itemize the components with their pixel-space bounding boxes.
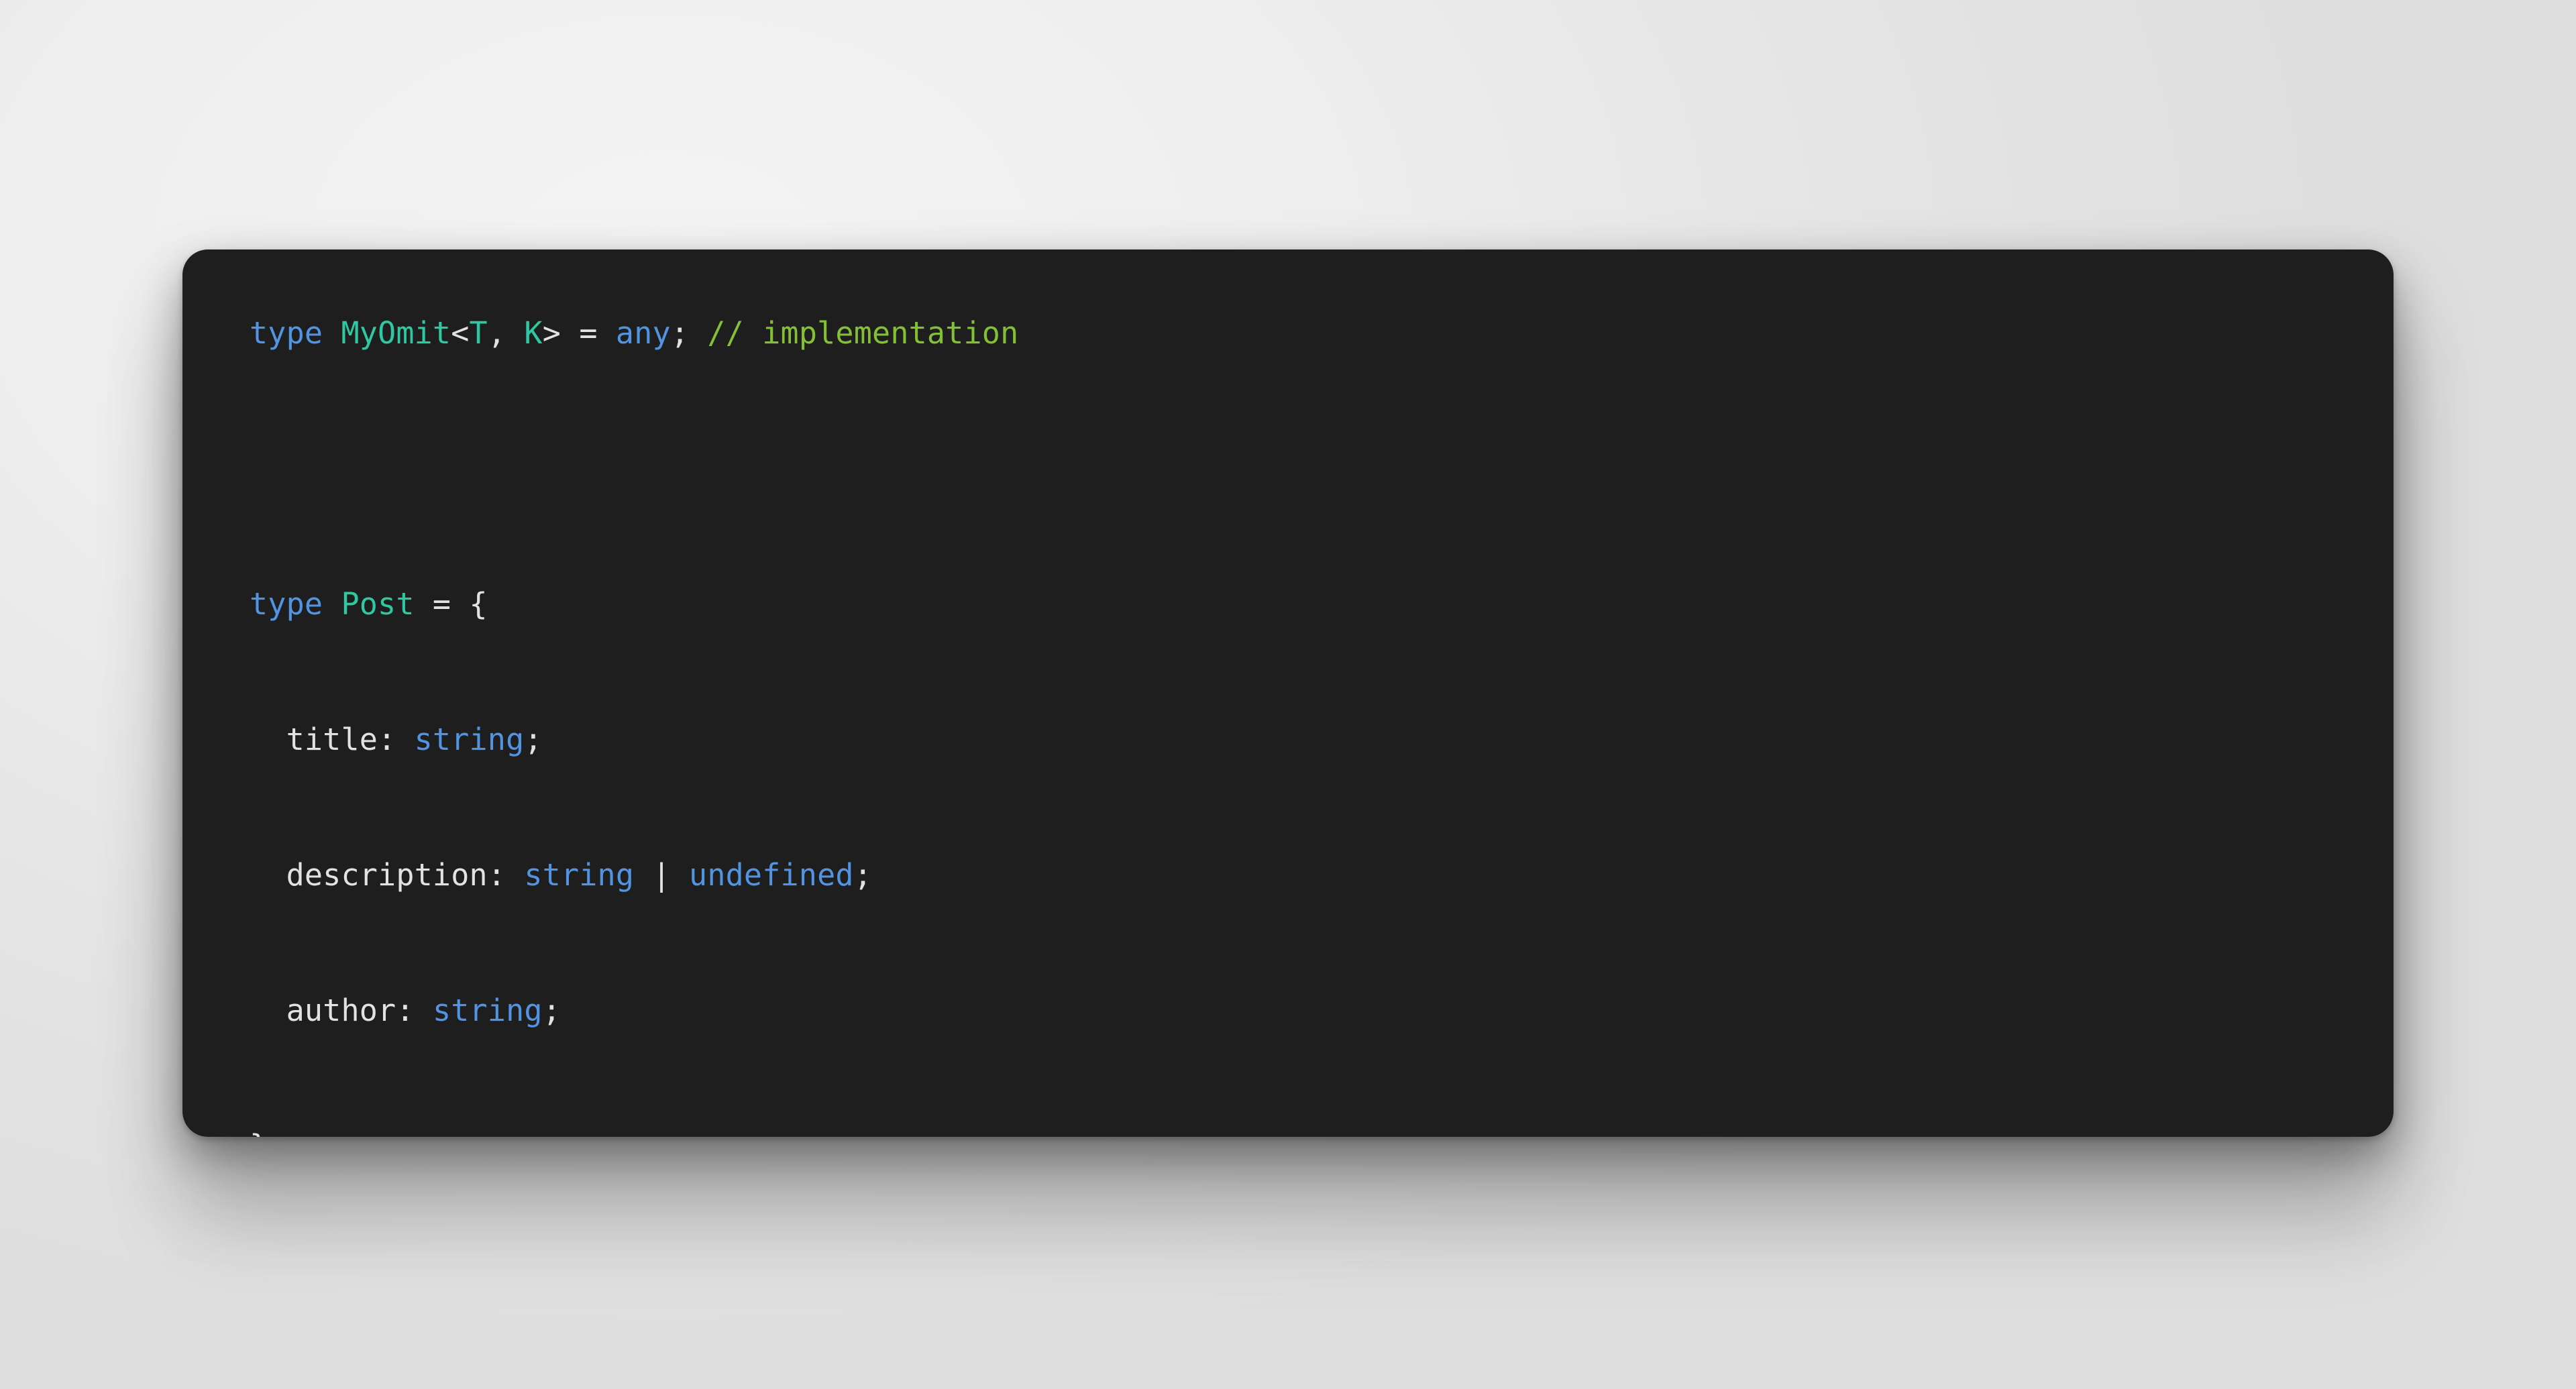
code-token-keyword: type: [250, 586, 323, 622]
code-token-plain: };: [250, 1128, 286, 1137]
code-token-keyword: string: [414, 722, 525, 757]
code-token-keyword: type: [250, 315, 323, 351]
code-token-plain: |: [634, 857, 690, 893]
code-token-keyword: string: [524, 857, 635, 893]
code-token-keyword: any: [615, 315, 671, 351]
code-line: type MyOmit<T, K> = any; // implementati…: [250, 299, 2347, 367]
code-snippet-card: type MyOmit<T, K> = any; // implementati…: [182, 249, 2394, 1137]
code-token-plain: ;: [542, 993, 561, 1028]
screenshot-stage: type MyOmit<T, K> = any; // implementati…: [0, 0, 2576, 1389]
code-token-type: MyOmit: [341, 315, 451, 351]
code-token-plain: author:: [250, 993, 433, 1028]
code-token-plain: ;: [853, 857, 872, 893]
code-token-type: K: [524, 315, 543, 351]
code-token-plain: <: [451, 315, 470, 351]
code-token-plain: ;: [524, 722, 543, 757]
code-token-plain: = {: [414, 586, 488, 622]
code-token-plain: title:: [250, 722, 415, 757]
code-token-plain: ;: [670, 315, 708, 351]
code-line: title: string;: [250, 706, 2347, 773]
code-token-keyword: string: [432, 993, 543, 1028]
code-token-plain: =: [579, 315, 616, 351]
code-token-keyword: undefined: [689, 857, 854, 893]
code-content[interactable]: type MyOmit<T, K> = any; // implementati…: [250, 299, 2347, 1137]
code-token-type: Post: [341, 586, 415, 622]
code-line: description: string | undefined;: [250, 841, 2347, 909]
code-token-plain: >: [542, 315, 580, 351]
code-line: author: string;: [250, 977, 2347, 1044]
code-token-plain: ,: [487, 315, 525, 351]
code-token-plain: description:: [250, 857, 525, 893]
code-block[interactable]: type MyOmit<T, K> = any; // implementati…: [250, 299, 2347, 1137]
code-line: };: [250, 1112, 2347, 1137]
code-line: type Post = {: [250, 570, 2347, 638]
code-token-comment: // implementation: [707, 315, 1019, 351]
code-token-type: T: [469, 315, 488, 351]
